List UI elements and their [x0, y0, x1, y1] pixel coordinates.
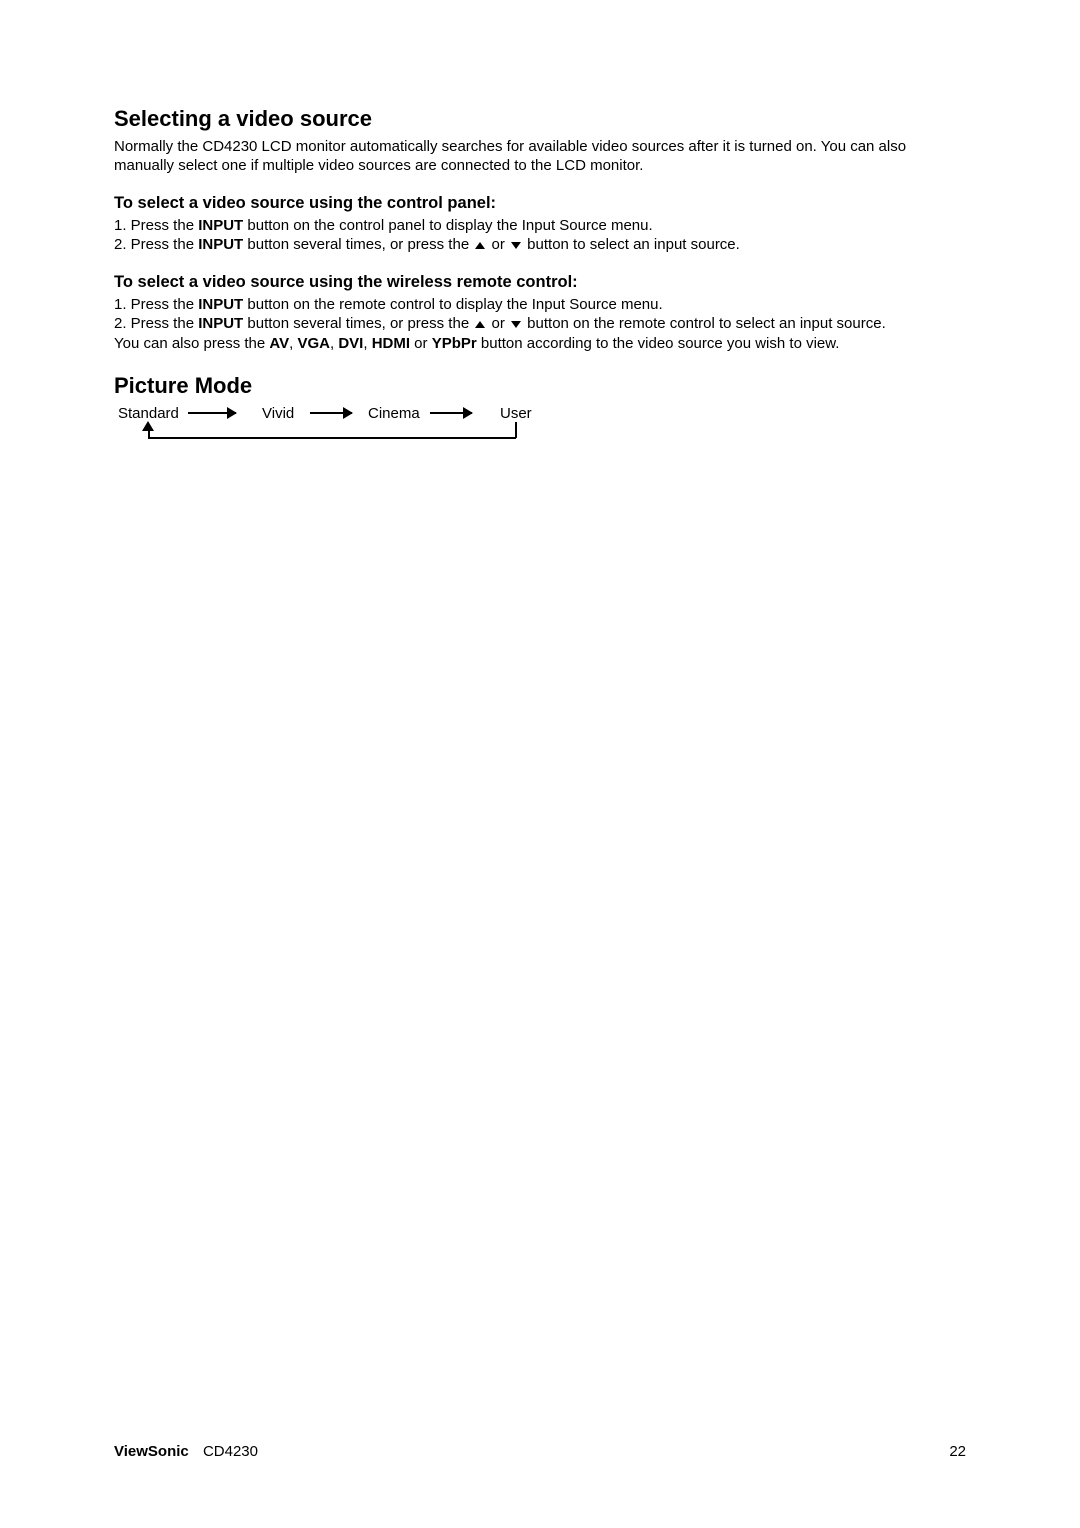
- picture-mode-cycle-diagram: Standard Vivid Cinema User: [118, 405, 966, 465]
- mode-cinema: Cinema: [368, 405, 420, 422]
- arrow-up-icon: [142, 421, 154, 431]
- steps-remote-control: 1. Press the INPUT button on the remote …: [114, 295, 966, 354]
- feedback-line: [148, 437, 516, 439]
- down-arrow-icon: [511, 242, 521, 249]
- note-line: You can also press the AV, VGA, DVI, HDM…: [114, 334, 966, 354]
- heading-selecting-source: Selecting a video source: [114, 106, 966, 132]
- intro-paragraph: Normally the CD4230 LCD monitor automati…: [114, 138, 966, 176]
- step-2: 2. Press the INPUT button several times,…: [114, 235, 966, 255]
- arrow-right-icon: [310, 412, 352, 414]
- heading-picture-mode: Picture Mode: [114, 373, 966, 399]
- feedback-line: [515, 422, 517, 438]
- footer-brand: ViewSonic: [114, 1443, 189, 1460]
- mode-standard: Standard: [118, 405, 179, 422]
- steps-control-panel: 1. Press the INPUT button on the control…: [114, 216, 966, 255]
- step-1: 1. Press the INPUT button on the control…: [114, 216, 966, 236]
- step-2-remote: 2. Press the INPUT button several times,…: [114, 314, 966, 334]
- mode-user: User: [500, 405, 532, 422]
- page-footer: ViewSonic CD4230 22: [114, 1443, 966, 1460]
- footer-model: CD4230: [203, 1443, 258, 1460]
- feedback-line: [148, 430, 150, 438]
- mode-vivid: Vivid: [262, 405, 294, 422]
- page-number: 22: [949, 1443, 966, 1460]
- up-arrow-icon: [475, 242, 485, 249]
- arrow-right-icon: [430, 412, 472, 414]
- subheading-remote-control: To select a video source using the wirel…: [114, 273, 966, 292]
- arrow-right-icon: [188, 412, 236, 414]
- step-1-remote: 1. Press the INPUT button on the remote …: [114, 295, 966, 315]
- subheading-control-panel: To select a video source using the contr…: [114, 194, 966, 213]
- down-arrow-icon: [511, 321, 521, 328]
- up-arrow-icon: [475, 321, 485, 328]
